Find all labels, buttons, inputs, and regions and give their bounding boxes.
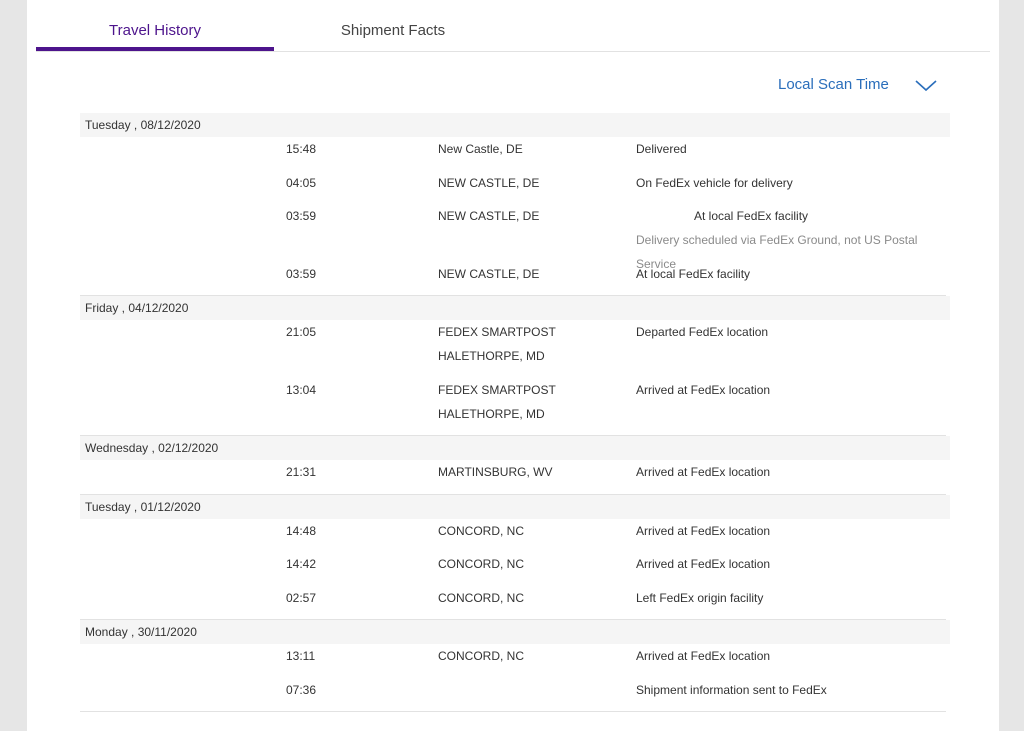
event-status-text: Arrived at FedEx location: [636, 557, 771, 571]
event-location-line: CONCORD, NC: [438, 649, 524, 663]
history-event-row: 02:57 CONCORD, NC Left FedEx origin facili…: [80, 586, 950, 620]
day-header: Tuesday , 01/12/2020: [80, 494, 950, 519]
tab-travel-history-label: Travel History: [109, 22, 201, 39]
event-status-text: Arrived at FedEx location: [636, 465, 771, 479]
event-time: 15:48: [286, 142, 317, 156]
event-location: CONCORD, NC: [438, 552, 524, 576]
event-status: Shipment information sent to FedEx: [636, 678, 827, 702]
day-header: Wednesday , 02/12/2020: [80, 436, 950, 460]
event-status-text: Departed FedEx location: [636, 325, 769, 339]
tracking-panel: Travel History Shipment Facts Local Scan…: [27, 0, 999, 731]
event-status: Arrived at FedEx location: [636, 644, 770, 668]
event-time: 04:05: [286, 175, 317, 190]
history-event-row: 13:04 FEDEX SMARTPOST HALETHORPE, MD Arrive…: [80, 378, 950, 436]
event-status: Arrived at FedEx location: [636, 460, 770, 484]
event-time: 14:42: [286, 557, 317, 571]
event-status-text: Arrived at FedEx location: [636, 649, 771, 663]
tab-shipment-facts[interactable]: Shipment Facts: [274, 0, 512, 51]
event-location-line: MARTINSBURG, WV: [438, 465, 553, 479]
history-event-row: 07:36 Shipment information sent to FedEx: [80, 678, 950, 712]
event-status: Arrived at FedEx location: [636, 552, 770, 576]
event-status-text: At local FedEx facility: [636, 266, 751, 281]
day-header: Monday , 30/11/2020: [80, 620, 950, 644]
event-status-text: Left FedEx origin facility: [636, 590, 764, 605]
event-location-line: CONCORD, NC: [438, 557, 524, 571]
event-location-line: NEW CASTLE, DE: [438, 266, 540, 281]
event-time: 13:04: [286, 382, 317, 397]
event-location: NEW CASTLE, DE: [438, 171, 539, 195]
day-divider: [80, 711, 946, 712]
event-status: At local FedEx facility Delivery schedule…: [636, 204, 950, 271]
local-scan-time-dropdown[interactable]: Local Scan Time: [778, 73, 940, 97]
event-location: FEDEX SMARTPOST HALETHORPE, MD: [438, 378, 556, 426]
tab-shipment-facts-label: Shipment Facts: [340, 22, 446, 39]
event-status-text: Delivered: [636, 142, 687, 156]
event-location: CONCORD, NC: [438, 644, 524, 668]
event-location: NEW CASTLE, DE: [438, 204, 539, 228]
event-time: 21:31: [286, 465, 317, 479]
event-status: On FedEx vehicle for delivery: [636, 171, 793, 195]
event-location: CONCORD, NC: [438, 519, 524, 543]
event-status: Arrived at FedEx location: [636, 519, 770, 543]
event-location-line: CONCORD, NC: [438, 523, 524, 538]
history-event-row: 14:48 CONCORD, NC Arrived at FedEx locatio…: [80, 519, 950, 553]
travel-history-list: Tuesday , 08/12/2020 15:48 New Castle, DE D…: [80, 113, 950, 712]
event-location: NEW CASTLE, DE: [438, 262, 539, 286]
event-time: 13:11: [286, 649, 316, 663]
event-status-note: Delivery scheduled via FedEx Ground, not…: [636, 233, 918, 271]
event-status-text: At local FedEx facility: [694, 209, 809, 223]
event-status: Departed FedEx location: [636, 320, 768, 344]
history-event-row: 21:31 MARTINSBURG, WV Arrived at FedEx loc…: [80, 460, 950, 494]
event-time: 03:59: [286, 209, 317, 223]
event-status-text: Shipment information sent to FedEx: [636, 682, 827, 697]
tab-bar: Travel History Shipment Facts: [36, 0, 990, 52]
event-location-line: NEW CASTLE, DE: [438, 209, 540, 223]
event-status: At local FedEx facility: [636, 262, 750, 286]
event-location-line: NEW CASTLE, DE: [438, 175, 540, 190]
event-location: New Castle, DE: [438, 137, 523, 161]
event-location: MARTINSBURG, WV: [438, 460, 552, 484]
event-status: Arrived at FedEx location: [636, 378, 770, 402]
event-time: 03:59: [286, 266, 317, 281]
day-header: Tuesday , 08/12/2020: [80, 113, 950, 137]
event-location-line: HALETHORPE, MD: [438, 406, 545, 421]
tab-travel-history[interactable]: Travel History: [36, 0, 274, 51]
event-location-line: FEDEX SMARTPOST: [438, 325, 556, 339]
day-header: Friday , 04/12/2020: [80, 296, 950, 320]
event-time: 02:57: [286, 590, 317, 605]
event-status: Left FedEx origin facility: [636, 586, 763, 610]
event-time: 14:48: [286, 523, 317, 538]
event-location: CONCORD, NC: [438, 586, 524, 610]
event-location-line: FEDEX SMARTPOST: [438, 382, 556, 397]
event-status-text: Arrived at FedEx location: [636, 382, 771, 397]
history-event-row: 14:42 CONCORD, NC Arrived at FedEx locatio…: [80, 552, 950, 586]
event-location: FEDEX SMARTPOST HALETHORPE, MD: [438, 320, 556, 368]
event-time: 07:36: [286, 682, 317, 697]
chevron-down-icon: [915, 80, 937, 92]
event-time: 21:05: [286, 325, 317, 339]
history-event-row: 13:11 CONCORD, NC Arrived at FedEx locatio…: [80, 644, 950, 678]
local-scan-time-label: Local Scan Time: [778, 76, 889, 93]
event-status: Delivered: [636, 137, 687, 161]
event-location-line: HALETHORPE, MD: [438, 349, 545, 363]
event-location-line: New Castle, DE: [438, 142, 523, 156]
history-event-row: 03:59 NEW CASTLE, DE At local FedEx facili…: [80, 262, 950, 296]
history-event-row: 03:59 NEW CASTLE, DE At local FedEx facili…: [80, 204, 950, 271]
history-event-row: 15:48 New Castle, DE Delivered: [80, 137, 950, 171]
event-status-text: On FedEx vehicle for delivery: [636, 175, 793, 190]
event-location-line: CONCORD, NC: [438, 590, 524, 605]
history-event-row: 21:05 FEDEX SMARTPOST HALETHORPE, MD Depart…: [80, 320, 950, 378]
active-tab-indicator: [36, 47, 274, 51]
event-status-text: Arrived at FedEx location: [636, 523, 771, 538]
history-event-row: 04:05 NEW CASTLE, DE On FedEx vehicle for …: [80, 171, 950, 205]
